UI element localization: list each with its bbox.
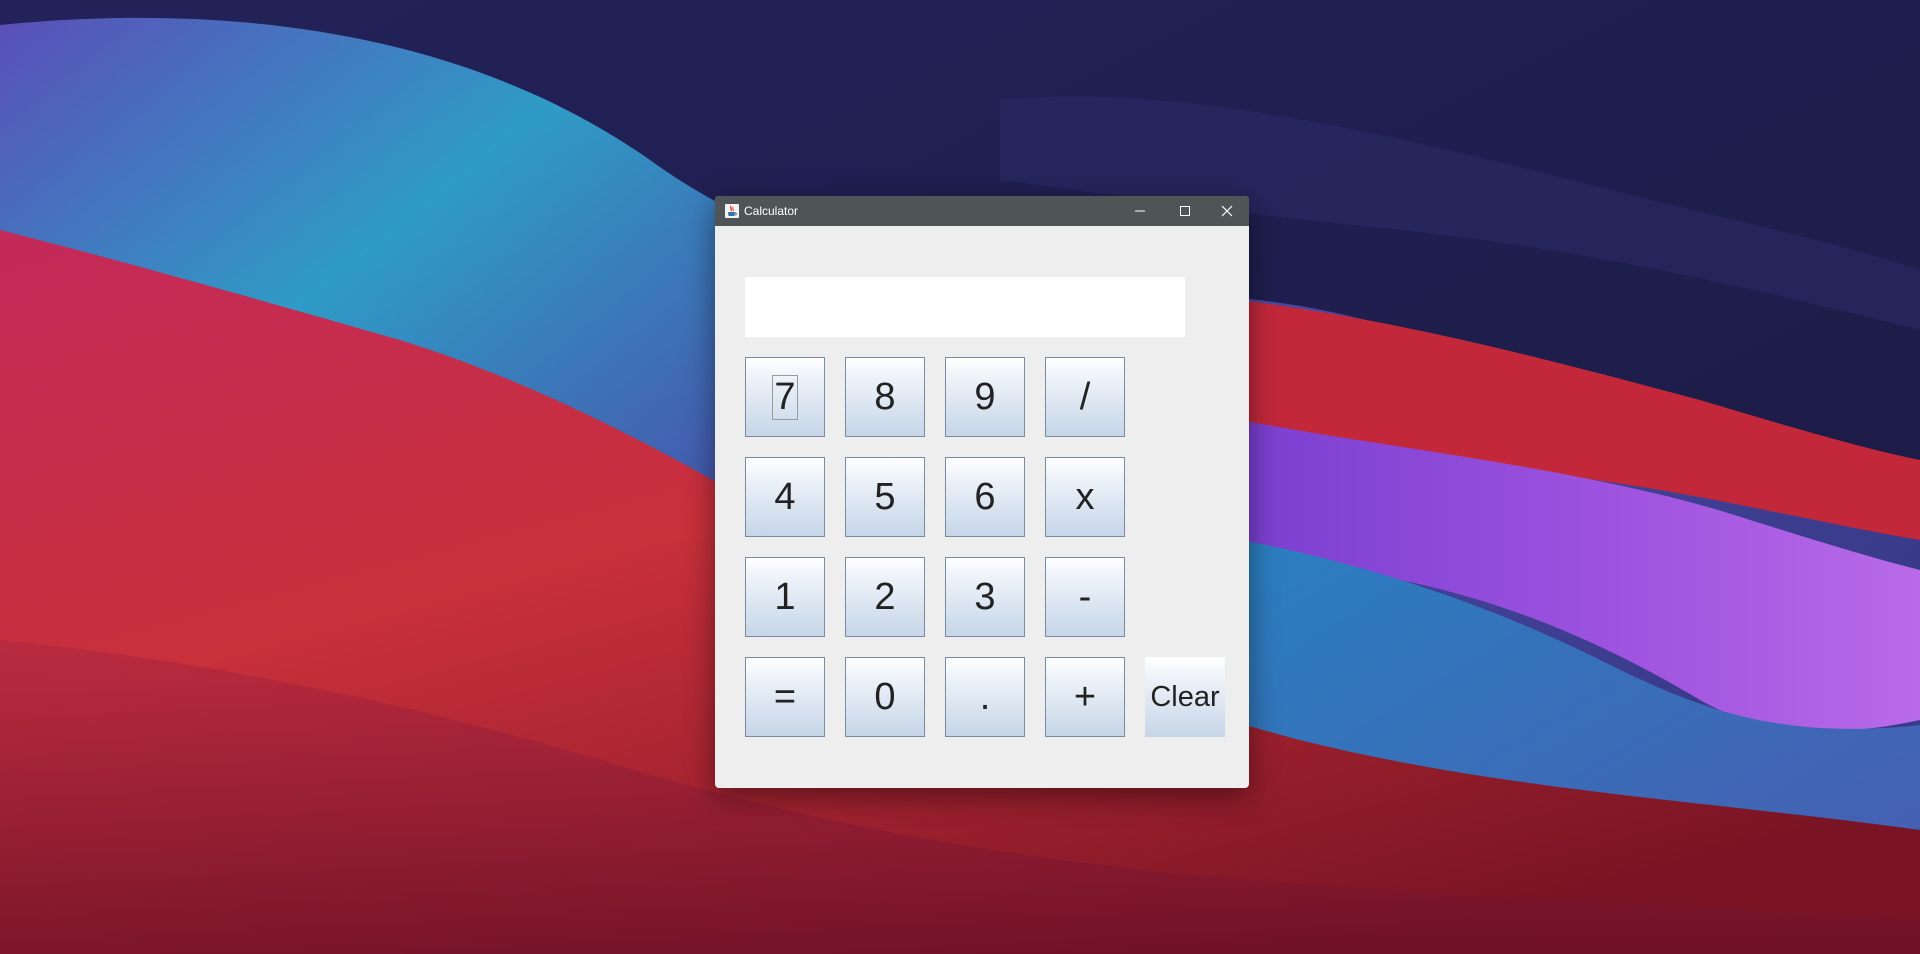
key-label: 5 [874,475,896,518]
close-button[interactable] [1205,196,1249,226]
key-1-button[interactable]: 1 [745,557,825,637]
key-5-button[interactable]: 5 [845,457,925,537]
key-label: 6 [974,475,996,518]
key-4-button[interactable]: 4 [745,457,825,537]
decimal-point-button[interactable]: . [945,657,1025,737]
key-label: = [773,675,797,718]
maximize-button[interactable] [1163,196,1207,226]
key-label: 9 [974,375,996,418]
key-6-button[interactable]: 6 [945,457,1025,537]
key-label: 3 [974,575,996,618]
close-icon [1221,205,1233,217]
key-label: / [1079,375,1091,418]
key-label: 4 [774,475,796,518]
key-8-button[interactable]: 8 [845,357,925,437]
key-0-button[interactable]: 0 [845,657,925,737]
calculator-window: Calculator 7 8 9 / 4 5 6 x 1 2 3 - = 0 .… [715,196,1249,788]
key-label: - [1078,575,1092,618]
key-label: + [1073,675,1097,718]
clear-button[interactable]: Clear [1145,657,1225,737]
divide-button[interactable]: / [1045,357,1125,437]
window-title: Calculator [744,204,799,218]
minimize-icon [1135,210,1145,212]
java-coffee-icon [725,204,739,218]
key-label: x [1075,475,1095,518]
key-3-button[interactable]: 3 [945,557,1025,637]
key-label: 0 [874,675,896,718]
key-label: 1 [774,575,796,618]
add-button[interactable]: + [1045,657,1125,737]
key-label: . [979,675,991,718]
multiply-button[interactable]: x [1045,457,1125,537]
minimize-button[interactable] [1118,196,1162,226]
key-9-button[interactable]: 9 [945,357,1025,437]
key-label: 7 [772,374,798,420]
key-label: 2 [874,575,896,618]
key-label: 8 [874,375,896,418]
title-bar[interactable]: Calculator [715,196,1249,226]
maximize-icon [1180,206,1190,216]
equals-button[interactable]: = [745,657,825,737]
result-display[interactable] [745,277,1185,337]
key-7-button[interactable]: 7 [745,357,825,437]
key-2-button[interactable]: 2 [845,557,925,637]
subtract-button[interactable]: - [1045,557,1125,637]
key-label: Clear [1150,680,1220,713]
